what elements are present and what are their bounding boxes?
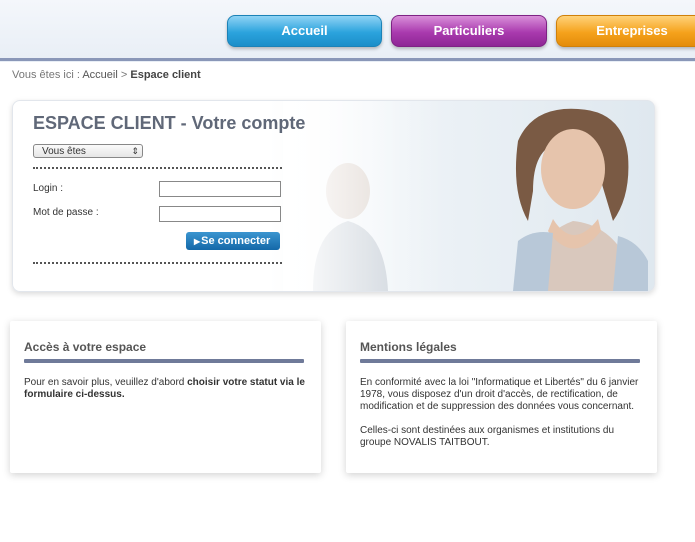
tab-entreprises[interactable]: Entreprises — [556, 15, 695, 47]
breadcrumb-current: Espace client — [130, 69, 201, 81]
legal-panel-text: En conformité avec la loi "Informatique … — [360, 377, 642, 449]
legal-paragraph-1: En conformité avec la loi "Informatique … — [360, 377, 639, 412]
tab-accueil[interactable]: Accueil — [227, 15, 382, 47]
breadcrumb: Vous êtes ici : Accueil > Espace client — [12, 69, 201, 81]
login-panel: ESPACE CLIENT - Votre compte Vous êtes ⇕… — [12, 100, 655, 292]
login-input[interactable] — [159, 181, 281, 197]
access-panel-title: Accès à votre espace — [24, 340, 147, 354]
login-label: Login : — [33, 183, 64, 194]
login-button[interactable]: ▶Se connecter — [186, 232, 280, 250]
legal-panel-rule — [360, 359, 640, 363]
status-select[interactable]: Vous êtes ⇕ — [33, 144, 143, 158]
nav-divider — [0, 58, 695, 61]
legal-paragraph-2: Celles-ci sont destinées aux organismes … — [360, 425, 615, 448]
page-title: ESPACE CLIENT - Votre compte — [33, 113, 306, 133]
dotted-divider-top — [33, 167, 282, 169]
password-input[interactable] — [159, 206, 281, 222]
dotted-divider-bottom — [33, 262, 282, 264]
button-arrow-icon: ▶ — [194, 237, 201, 246]
breadcrumb-prefix: Vous êtes ici : — [12, 69, 80, 81]
access-panel-rule — [24, 359, 304, 363]
password-label: Mot de passe : — [33, 207, 99, 218]
breadcrumb-separator: > — [120, 69, 128, 81]
login-button-label: Se connecter — [201, 235, 271, 247]
select-arrows-icon: ⇕ — [131, 146, 139, 156]
breadcrumb-home-link[interactable]: Accueil — [82, 69, 117, 81]
legal-panel: Mentions légales En conformité avec la l… — [346, 321, 657, 473]
access-panel-text: Pour en savoir plus, veuillez d'abord ch… — [24, 377, 306, 401]
status-select-value: Vous êtes — [42, 146, 86, 157]
access-text-intro: Pour en savoir plus, veuillez d'abord — [24, 377, 188, 388]
tab-particuliers[interactable]: Particuliers — [391, 15, 547, 47]
top-navigation: Accueil Particuliers Entreprises — [0, 0, 695, 62]
legal-panel-title: Mentions légales — [360, 340, 457, 354]
access-panel: Accès à votre espace Pour en savoir plus… — [10, 321, 321, 473]
